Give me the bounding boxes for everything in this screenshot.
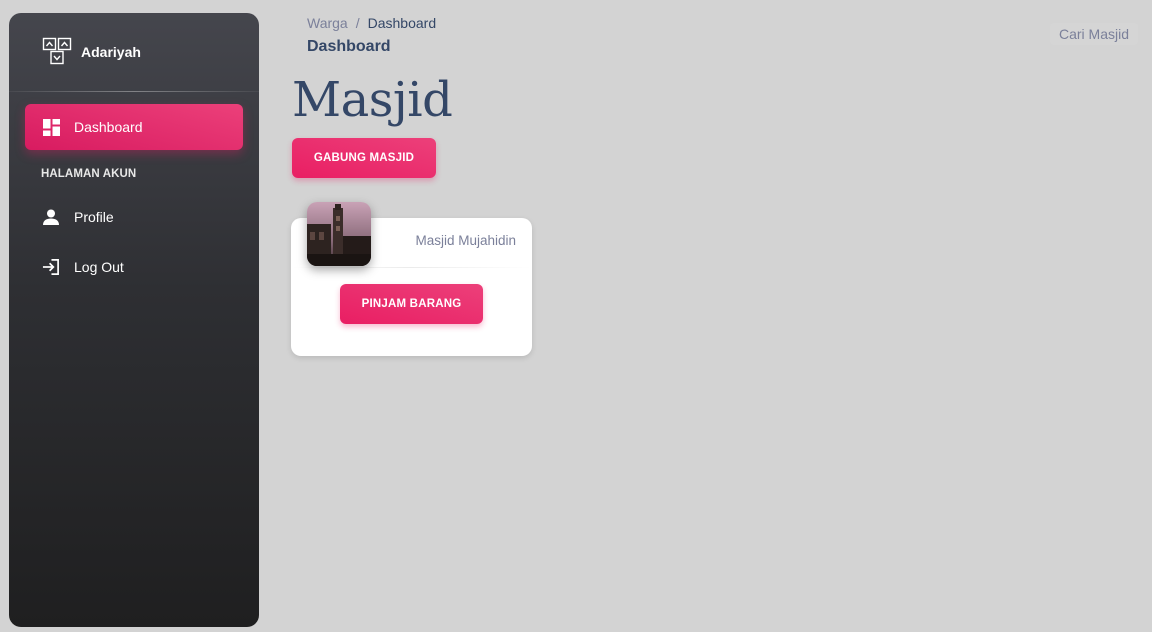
borrow-items-button[interactable]: PINJAM BARANG: [340, 284, 483, 324]
brand[interactable]: Adariyah: [9, 13, 259, 91]
search-mosque-button[interactable]: Cari Masjid: [1049, 23, 1138, 45]
login-icon: [42, 258, 60, 276]
breadcrumb-current: Dashboard: [367, 15, 437, 31]
breadcrumb: Warga / Dashboard: [307, 15, 436, 31]
mosque-name: Masjid Mujahidin: [415, 233, 516, 248]
section-label-account: HALAMAN AKUN: [41, 168, 137, 180]
mosque-card: Masjid Mujahidin PINJAM BARANG: [291, 202, 532, 356]
sidebar: Adariyah Dashboard HALAMAN AKUN Profile: [9, 13, 259, 627]
breadcrumb-root[interactable]: Warga: [307, 15, 348, 31]
sidebar-item-logout[interactable]: Log Out: [25, 242, 243, 292]
sidebar-item-label: Dashboard: [74, 119, 143, 135]
person-icon: [42, 208, 60, 226]
mosque-logo-icon: [42, 37, 72, 67]
join-mosque-button[interactable]: GABUNG MASJID: [292, 138, 436, 178]
sidebar-item-profile[interactable]: Profile: [25, 192, 243, 242]
sidebar-item-label: Log Out: [74, 259, 124, 275]
mosque-photo: [307, 202, 371, 266]
sidebar-item-label: Profile: [74, 209, 114, 225]
page-title: Dashboard: [307, 38, 391, 55]
sidebar-item-dashboard[interactable]: Dashboard: [25, 104, 243, 150]
breadcrumb-separator: /: [355, 15, 360, 31]
sidebar-divider: [9, 91, 259, 92]
dashboard-icon: [42, 118, 60, 136]
brand-name: Adariyah: [81, 44, 141, 60]
card-divider: [291, 267, 532, 268]
main-heading: Masjid: [292, 72, 453, 128]
